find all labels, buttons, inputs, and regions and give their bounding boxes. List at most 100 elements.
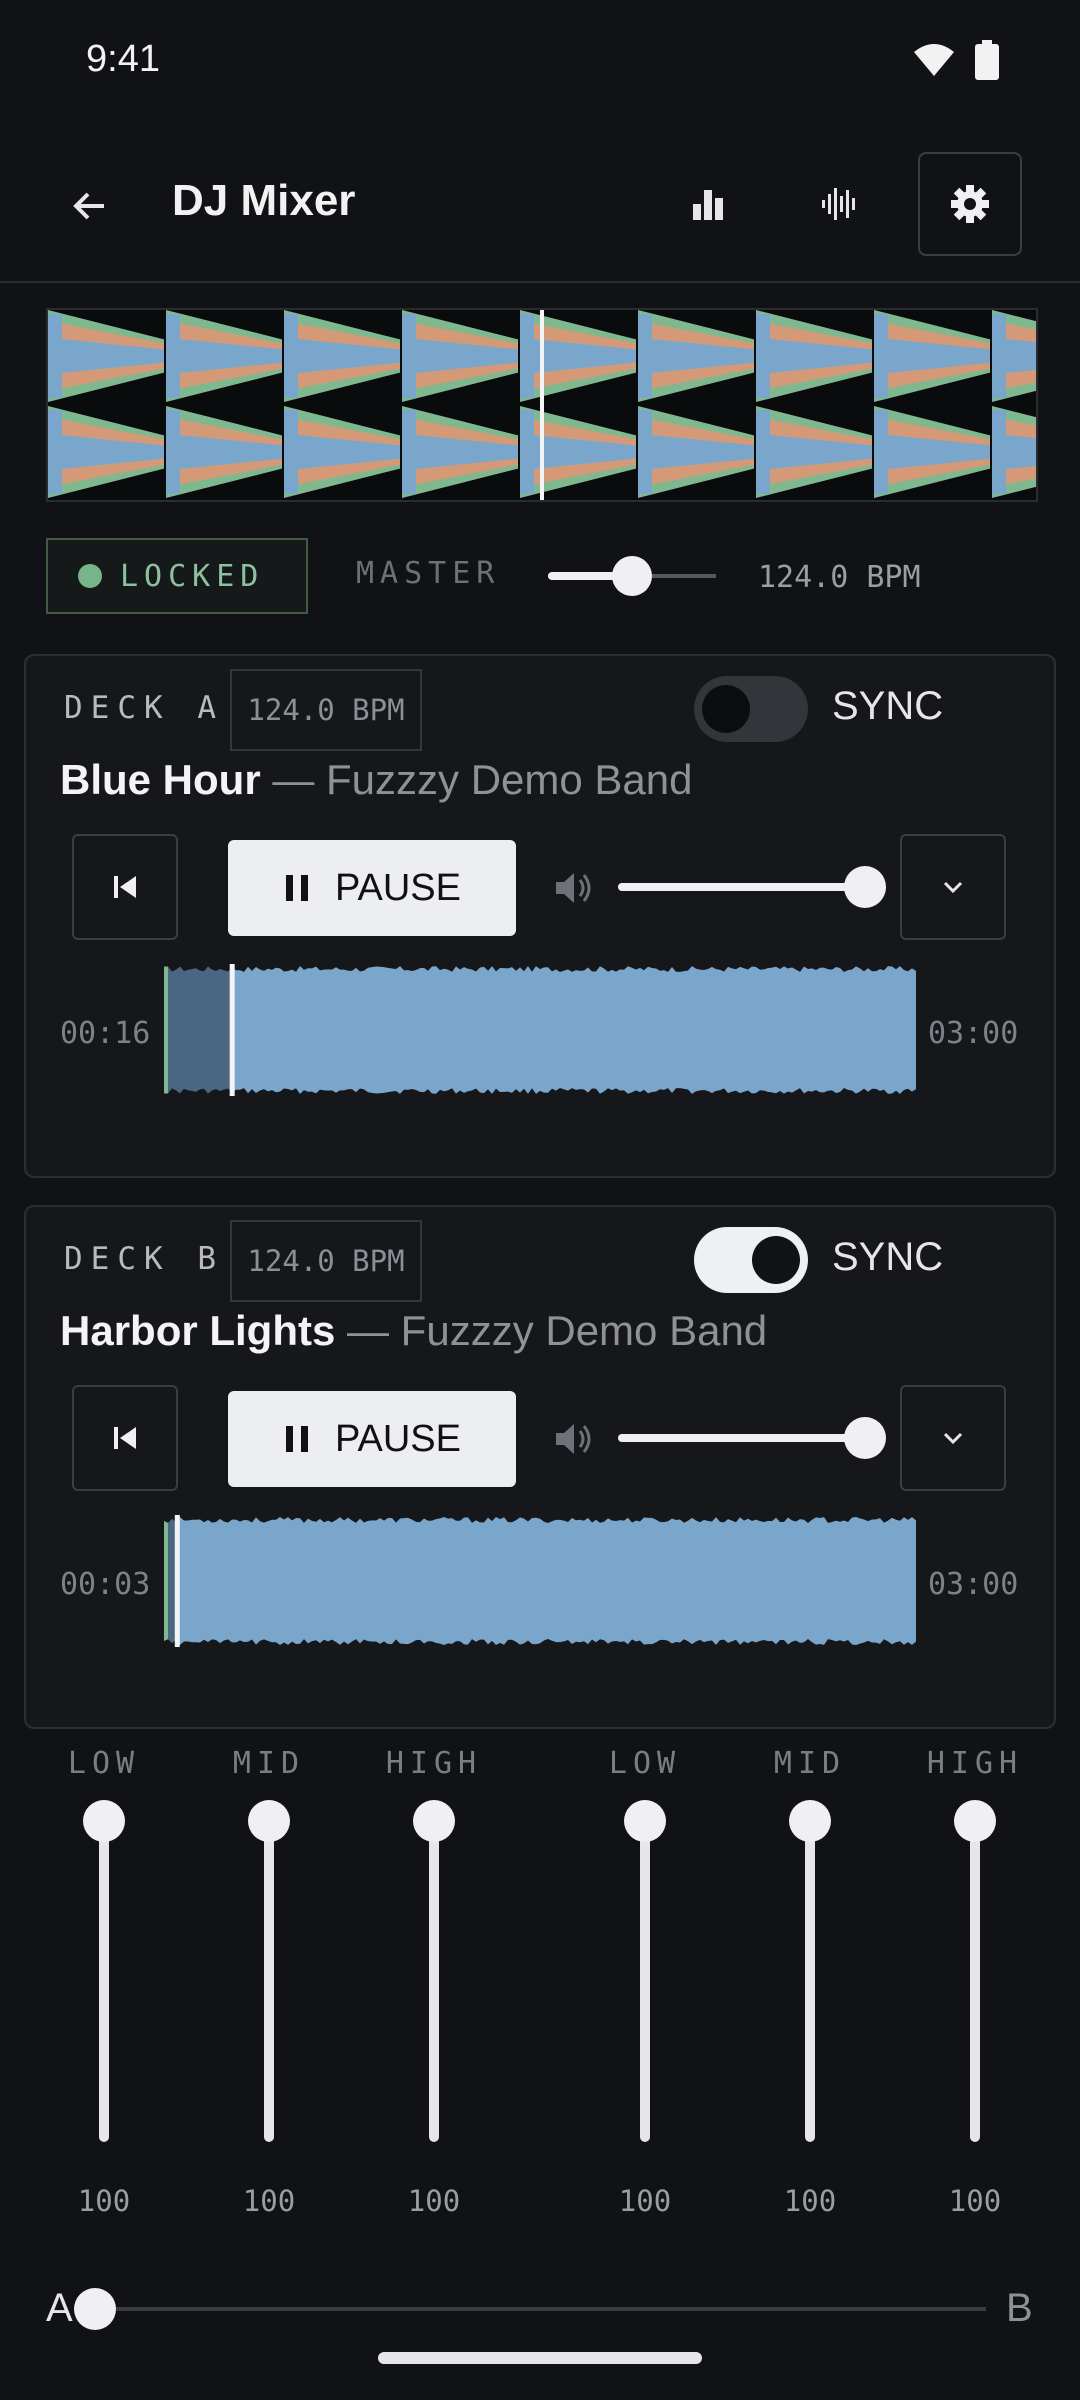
deck-a-skip-back-button[interactable] <box>72 834 178 940</box>
eq-deck-a-high-label: HIGH <box>385 1746 483 1781</box>
eq-slider-knob[interactable] <box>789 1800 831 1842</box>
deck-a-artist: — Fuzzzy Demo Band <box>272 756 693 803</box>
overview-segment <box>756 406 874 498</box>
volume-knob[interactable] <box>844 866 886 908</box>
deck-b-elapsed-time: 00:03 <box>60 1567 151 1602</box>
eq-slider-knob[interactable] <box>248 1800 290 1842</box>
skip-previous-icon <box>114 1427 136 1449</box>
wifi-icon <box>914 44 954 76</box>
eq-deck-b-high-label: HIGH <box>926 1746 1024 1781</box>
deck-a-sync-label: SYNC <box>832 684 944 728</box>
tempo-lock-button[interactable]: LOCKED <box>46 538 308 614</box>
overview-separator <box>872 406 874 498</box>
overview-separator <box>400 406 402 498</box>
master-slider-knob[interactable] <box>612 556 652 596</box>
chevron-down-icon <box>943 881 963 894</box>
settings-button[interactable] <box>918 152 1022 256</box>
eq-slider-knob[interactable] <box>83 1800 125 1842</box>
page-title: DJ Mixer <box>172 176 356 225</box>
eq-deck-a-high-value: 100 <box>407 2184 461 2218</box>
deck-a-waveform[interactable] <box>164 964 916 1096</box>
overview-separator <box>990 310 992 402</box>
appbar-divider <box>0 281 1080 283</box>
eq-deck-b-low-label: LOW <box>608 1746 682 1781</box>
deck-b-expand-button[interactable] <box>900 1385 1006 1491</box>
eq-slider-knob[interactable] <box>624 1800 666 1842</box>
master-tempo-slider[interactable] <box>548 556 716 596</box>
overview-segment <box>992 310 1036 402</box>
overview-segment <box>638 406 756 498</box>
deck-a-volume-slider[interactable] <box>618 866 886 908</box>
eq-deck-a-mid-label: MID <box>232 1746 306 1781</box>
eq-deck-a-low-slider[interactable] <box>99 1822 109 2142</box>
overview-separator <box>636 406 638 498</box>
overview-segment <box>402 310 520 402</box>
overview-segment <box>48 310 166 402</box>
overview-segment <box>166 310 284 402</box>
master-bpm: 124.0 BPM <box>758 560 921 595</box>
stats-button[interactable] <box>656 152 760 256</box>
home-indicator[interactable] <box>378 2352 702 2364</box>
deck-a-track: Blue Hour — Fuzzzy Demo Band <box>60 756 693 804</box>
toggle-knob <box>702 685 750 733</box>
eq-deck-a-high-slider[interactable] <box>429 1822 439 2142</box>
eq-deck-a-mid-slider[interactable] <box>264 1822 274 2142</box>
deck-b-pause-button[interactable]: PAUSE <box>228 1391 516 1487</box>
deck-b-track: Harbor Lights — Fuzzzy Demo Band <box>60 1307 767 1355</box>
status-time: 9:41 <box>86 38 160 80</box>
waveform-icon <box>822 188 855 220</box>
eq-deck-b-low-slider[interactable] <box>640 1822 650 2142</box>
eq-slider-knob[interactable] <box>413 1800 455 1842</box>
overview-segment <box>284 310 402 402</box>
waveform-playhead[interactable] <box>174 1515 180 1647</box>
deck-b-title: Harbor Lights <box>60 1307 336 1354</box>
waveform-remaining <box>176 1517 916 1645</box>
eq-deck-b-high-slider[interactable] <box>970 1822 980 2142</box>
overview-segment <box>992 406 1036 498</box>
deck-b-bpm[interactable]: 124.0 BPM <box>230 1220 422 1302</box>
deck-a-sync-toggle[interactable] <box>694 676 808 742</box>
deck-b-sync-toggle[interactable] <box>694 1227 808 1293</box>
crossfader-knob[interactable] <box>74 2288 116 2330</box>
overview-separator <box>754 406 756 498</box>
deck-b-label: DECK B <box>64 1241 224 1277</box>
crossfader-track[interactable] <box>90 2307 986 2311</box>
eq-deck-b-mid-value: 100 <box>783 2184 837 2218</box>
overview-separator <box>518 406 520 498</box>
toggle-knob <box>752 1236 800 1284</box>
deck-b-volume-slider[interactable] <box>618 1417 886 1459</box>
deck-b-waveform[interactable] <box>164 1515 916 1647</box>
deck-b-artist: — Fuzzzy Demo Band <box>347 1307 768 1354</box>
waveform-button[interactable] <box>788 152 892 256</box>
deck-a-pause-button[interactable]: PAUSE <box>228 840 516 936</box>
eq-deck-a-low-label: LOW <box>67 1746 141 1781</box>
overview-segment <box>48 406 166 498</box>
overview-playhead[interactable] <box>540 310 544 500</box>
deck-a-expand-button[interactable] <box>900 834 1006 940</box>
deck-b-pause-label: PAUSE <box>334 1417 461 1460</box>
deck-a-label: DECK A <box>64 690 224 726</box>
eq-deck-b-low-value: 100 <box>618 2184 672 2218</box>
locked-label: LOCKED <box>120 558 265 594</box>
overview-separator <box>400 310 402 402</box>
deck-b-sync-label: SYNC <box>832 1235 944 1279</box>
waveform-played <box>164 966 232 1094</box>
volume-icon <box>556 1424 591 1454</box>
volume-icon <box>556 873 591 903</box>
eq-slider-knob[interactable] <box>954 1800 996 1842</box>
overview-segment <box>520 406 638 498</box>
battery-icon <box>975 40 999 80</box>
overview-separator <box>164 406 166 498</box>
deck-a-bpm[interactable]: 124.0 BPM <box>230 669 422 751</box>
volume-knob[interactable] <box>844 1417 886 1459</box>
eq-deck-a-low-value: 100 <box>77 2184 131 2218</box>
overview-segment <box>520 310 638 402</box>
overview-waveform[interactable] <box>46 308 1038 502</box>
back-button[interactable] <box>62 178 118 234</box>
overview-separator <box>636 310 638 402</box>
deck-b-skip-back-button[interactable] <box>72 1385 178 1491</box>
waveform-playhead[interactable] <box>229 964 235 1096</box>
overview-segment <box>756 310 874 402</box>
gear-icon <box>951 185 989 223</box>
eq-deck-b-mid-slider[interactable] <box>805 1822 815 2142</box>
